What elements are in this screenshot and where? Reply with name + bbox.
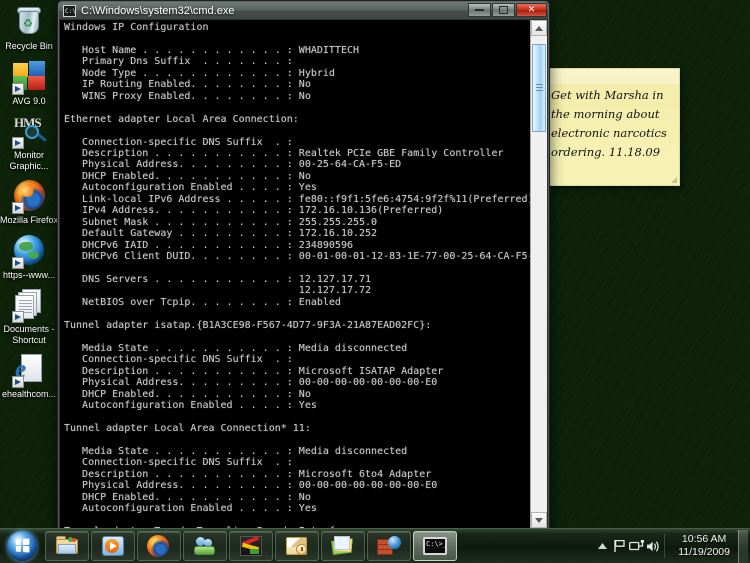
shortcut-arrow-icon <box>12 82 24 95</box>
window-title: C:\Windows\system32\cmd.exe <box>81 4 235 17</box>
documents-icon <box>12 289 46 323</box>
shortcut-arrow-icon <box>12 202 24 214</box>
maximize-button[interactable] <box>492 3 515 17</box>
firewall-brick-globe-icon <box>377 535 401 557</box>
folder-icon <box>55 535 79 557</box>
desktop-icon-ehealthcom[interactable]: e ehealthcom... <box>0 354 58 400</box>
start-button[interactable] <box>2 530 42 563</box>
desktop-icon-avg[interactable]: AVG 9.0 <box>0 60 58 107</box>
vertical-scrollbar[interactable] <box>530 20 547 528</box>
chevron-up-icon <box>535 25 543 31</box>
taskbar-button-sticky-notes[interactable] <box>321 531 365 561</box>
sticky-note-text[interactable]: Get with Marsha in the morning about ele… <box>548 84 679 162</box>
desktop-icon-monitor-graphic[interactable]: HMS Monitor Graphic... <box>0 115 58 171</box>
taskbar-button-command-prompt[interactable]: C:\>_ <box>413 531 457 561</box>
scrollbar-thumb[interactable] <box>532 44 546 132</box>
desktop-icon-https-www[interactable]: https--www... <box>0 234 58 281</box>
red-yellow-app-icon <box>239 535 263 557</box>
shortcut-arrow-icon <box>12 311 24 323</box>
tray-divider <box>664 534 666 558</box>
console-output[interactable]: Windows IP Configuration Host Name . . .… <box>60 20 530 528</box>
system-tray: 10:56 AM 11/19/2009 <box>594 529 750 563</box>
shortcut-arrow-icon <box>12 137 24 149</box>
desktop-icon-label: Recycle Bin <box>5 41 53 51</box>
show-hidden-icons-button[interactable] <box>594 536 611 556</box>
desktop-icon-label: ehealthcom... <box>1 389 57 399</box>
desktop-icon-documents-shortcut[interactable]: Documents - Shortcut <box>0 289 58 345</box>
taskbar[interactable]: C:\>_ 10:56 AM 11/19/2009 <box>0 528 750 563</box>
recycle-bin-icon: ♻ <box>12 6 46 40</box>
taskbar-button-windows-explorer[interactable] <box>45 531 89 561</box>
shortcut-arrow-icon <box>12 256 24 269</box>
taskbar-button-firewall[interactable] <box>367 531 411 561</box>
clock-date: 11/19/2009 <box>678 546 730 558</box>
desktop-icon-label: https--www... <box>2 269 55 280</box>
internet-explorer-icon: e <box>12 354 46 388</box>
window-titlebar[interactable]: C:\ C:\Windows\system32\cmd.exe ✕ <box>59 2 548 19</box>
action-center-flag-icon[interactable] <box>611 536 628 556</box>
scroll-up-button[interactable] <box>531 20 547 36</box>
windows-logo-icon <box>7 531 37 561</box>
chevron-down-icon <box>535 517 543 523</box>
desktop-icon-label: Monitor Graphic... <box>9 150 49 171</box>
resize-grip-icon[interactable]: ◢ <box>671 175 677 184</box>
messenger-people-icon <box>193 535 217 557</box>
monitor-magnifier-icon: HMS <box>12 115 47 149</box>
taskbar-buttons: C:\>_ <box>45 531 457 561</box>
taskbar-button-windows-media-player[interactable] <box>91 531 135 561</box>
clock-time: 10:56 AM <box>681 533 727 545</box>
desktop[interactable]: ♻ Recycle Bin AVG 9.0 HMS Monitor Graphi… <box>0 0 750 563</box>
sticky-note-titlebar[interactable] <box>548 69 679 84</box>
scroll-down-button[interactable] <box>531 512 547 528</box>
show-desktop-button[interactable] <box>738 529 748 563</box>
window-controls: ✕ <box>468 3 547 17</box>
desktop-icon-label: AVG 9.0 <box>12 95 46 106</box>
globe-shortcut-icon <box>12 234 46 269</box>
desktop-icon-list: ♻ Recycle Bin AVG 9.0 HMS Monitor Graphi… <box>0 4 58 409</box>
command-prompt-icon: C:\>_ <box>423 535 447 557</box>
minimize-button[interactable] <box>468 3 491 17</box>
cmd-window-icon: C:\ <box>63 4 76 17</box>
desktop-icon-recycle-bin[interactable]: ♻ Recycle Bin <box>0 6 58 52</box>
clock[interactable]: 10:56 AM 11/19/2009 <box>670 533 736 559</box>
console-area: Windows IP Configuration Host Name . . .… <box>59 19 548 529</box>
sticky-note[interactable]: Get with Marsha in the morning about ele… <box>547 68 680 186</box>
taskbar-button-windows-live-messenger[interactable] <box>183 531 227 561</box>
desktop-icon-label: Mozilla Firefox <box>0 215 59 225</box>
media-player-icon <box>101 535 125 557</box>
outlook-envelope-clock-icon <box>285 535 309 557</box>
desktop-icon-mozilla-firefox[interactable]: Mozilla Firefox <box>0 180 58 226</box>
network-icon[interactable] <box>628 536 645 556</box>
taskbar-button-red-app[interactable] <box>229 531 273 561</box>
taskbar-button-microsoft-outlook[interactable] <box>275 531 319 561</box>
taskbar-button-mozilla-firefox[interactable] <box>137 531 181 561</box>
command-prompt-window[interactable]: C:\ C:\Windows\system32\cmd.exe ✕ Window… <box>57 0 550 529</box>
firefox-icon <box>147 535 171 557</box>
firefox-icon <box>12 180 46 214</box>
avg-shield-icon <box>12 60 46 95</box>
volume-speaker-icon[interactable] <box>645 536 662 556</box>
sticky-notes-icon <box>331 535 355 557</box>
close-button[interactable]: ✕ <box>516 3 547 17</box>
shortcut-arrow-icon <box>12 376 24 388</box>
desktop-icon-label: Documents - Shortcut <box>3 324 55 345</box>
